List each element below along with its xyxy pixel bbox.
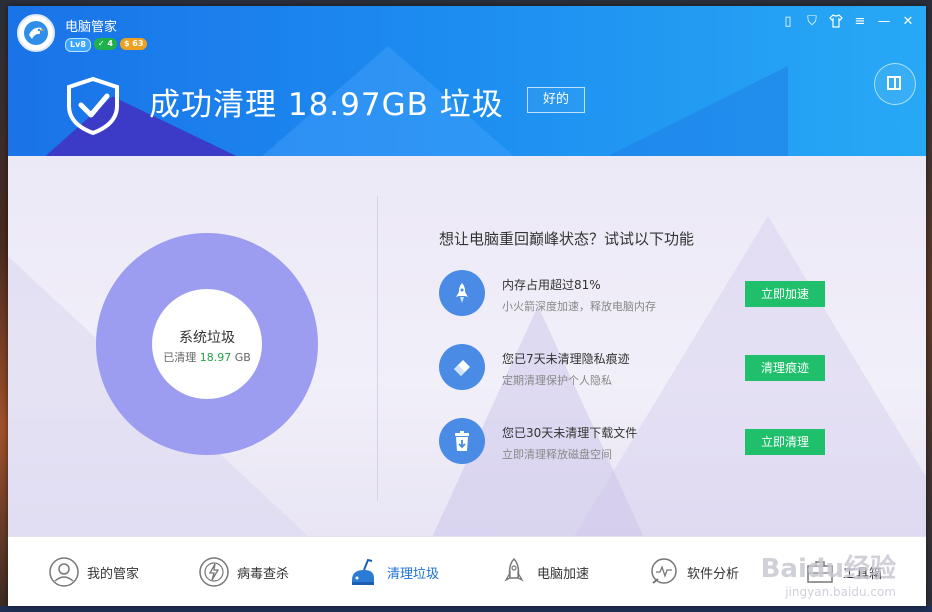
suggestion-title: 内存占用超过81%	[502, 278, 601, 292]
clean-now-button[interactable]: 立即清理	[745, 429, 825, 455]
summary-center: 系统垃圾 已清理 18.97 GB	[152, 289, 262, 399]
suggestion-title: 您已30天未清理下载文件	[502, 426, 638, 440]
titlebar-controls: ▯ ⛉ ≡ — ✕	[780, 14, 916, 30]
ok-button[interactable]: 好的	[527, 87, 585, 113]
sidebar-toggle-button[interactable]	[874, 63, 916, 105]
section-divider	[377, 196, 378, 501]
shield-check-icon	[67, 76, 119, 136]
cleanup-icon	[352, 558, 374, 585]
cleaned-prefix: 已清理	[163, 351, 197, 364]
bottom-nav: 我的管家 病毒查杀 清理垃圾 电脑加速 软件分析 工具箱 Baidu经验 jin…	[8, 536, 926, 606]
steward-icon	[49, 557, 79, 587]
speedup-icon	[504, 557, 524, 582]
suggestion-item: 内存占用超过81% 小火箭深度加速，释放电脑内存 立即加速	[439, 270, 829, 320]
suggestions-title: 想让电脑重回巅峰状态？试试以下功能	[439, 230, 695, 248]
nav-label: 电脑加速	[537, 566, 590, 582]
eraser-icon	[439, 344, 485, 390]
menu-icon[interactable]: ≡	[852, 14, 868, 30]
desktop-left-edge	[0, 0, 8, 612]
result-headline: 成功清理 18.97GB 垃圾	[149, 87, 504, 123]
header-decor	[568, 66, 788, 156]
baidu-watermark: Baidu经验 jingyan.baidu.com	[761, 548, 896, 599]
close-icon[interactable]: ✕	[900, 14, 916, 30]
nav-label: 清理垃圾	[387, 566, 440, 582]
speed-up-button[interactable]: 立即加速	[745, 281, 825, 307]
summary-cleaned: 已清理 18.97 GB	[152, 349, 262, 365]
software-icon	[651, 558, 677, 584]
user-badges: Lv8 ✓ 4 $ 63	[65, 38, 148, 52]
suggestion-item: 您已7天未清理隐私痕迹 定期清理保护个人隐私 清理痕迹	[439, 344, 829, 394]
app-logo-icon[interactable]	[17, 14, 55, 52]
suggestion-desc: 定期清理保护个人隐私	[502, 374, 612, 387]
app-title: 电脑管家	[65, 20, 118, 35]
level-badge[interactable]: Lv8	[65, 38, 91, 52]
coin-badge[interactable]: $ 63	[119, 38, 148, 50]
junk-summary-ring: 系统垃圾 已清理 18.97 GB	[96, 233, 318, 455]
shirt-icon[interactable]	[828, 14, 844, 30]
nav-software-analysis[interactable]: 软件分析	[648, 537, 739, 606]
suggestion-title: 您已7天未清理隐私痕迹	[502, 352, 630, 366]
nav-label: 病毒查杀	[237, 566, 290, 582]
suggestion-item: 您已30天未清理下载文件 立即清理释放磁盘空间 立即清理	[439, 418, 829, 468]
minimize-icon[interactable]: —	[876, 14, 892, 30]
panel-icon	[887, 76, 901, 90]
header-banner: 电脑管家 Lv8 ✓ 4 $ 63 ▯ ⛉ ≡ — ✕ 成功清理 18.97GB…	[8, 6, 926, 156]
nav-speed-up[interactable]: 电脑加速	[498, 537, 589, 606]
shield-icon[interactable]: ⛉	[804, 14, 820, 30]
nav-virus-scan[interactable]: 病毒查杀	[198, 537, 289, 606]
clean-traces-button[interactable]: 清理痕迹	[745, 355, 825, 381]
watermark-url: jingyan.baidu.com	[785, 585, 896, 599]
watermark-brand: Baidu经验	[760, 554, 896, 584]
nav-clean-junk[interactable]: 清理垃圾	[348, 537, 439, 606]
app-window: 电脑管家 Lv8 ✓ 4 $ 63 ▯ ⛉ ≡ — ✕ 成功清理 18.97GB…	[8, 6, 926, 606]
virus-scan-icon	[199, 557, 229, 587]
check-badge[interactable]: ✓ 4	[93, 38, 117, 50]
nav-label: 软件分析	[687, 566, 740, 582]
taskbar-strip	[0, 606, 932, 612]
cleaned-value: 18.97	[199, 351, 232, 364]
trash-icon	[439, 418, 485, 464]
nav-my-steward[interactable]: 我的管家	[48, 537, 139, 606]
summary-title: 系统垃圾	[179, 330, 235, 346]
rocket-icon	[439, 270, 485, 316]
suggestion-desc: 立即清理释放磁盘空间	[502, 448, 612, 461]
cleaned-unit: GB	[234, 351, 251, 364]
phone-icon[interactable]: ▯	[780, 14, 796, 30]
main-content: 系统垃圾 已清理 18.97 GB 想让电脑重回巅峰状态？试试以下功能 内存占用…	[8, 156, 926, 536]
suggestion-desc: 小火箭深度加速，释放电脑内存	[502, 300, 656, 313]
nav-label: 我的管家	[87, 566, 140, 582]
